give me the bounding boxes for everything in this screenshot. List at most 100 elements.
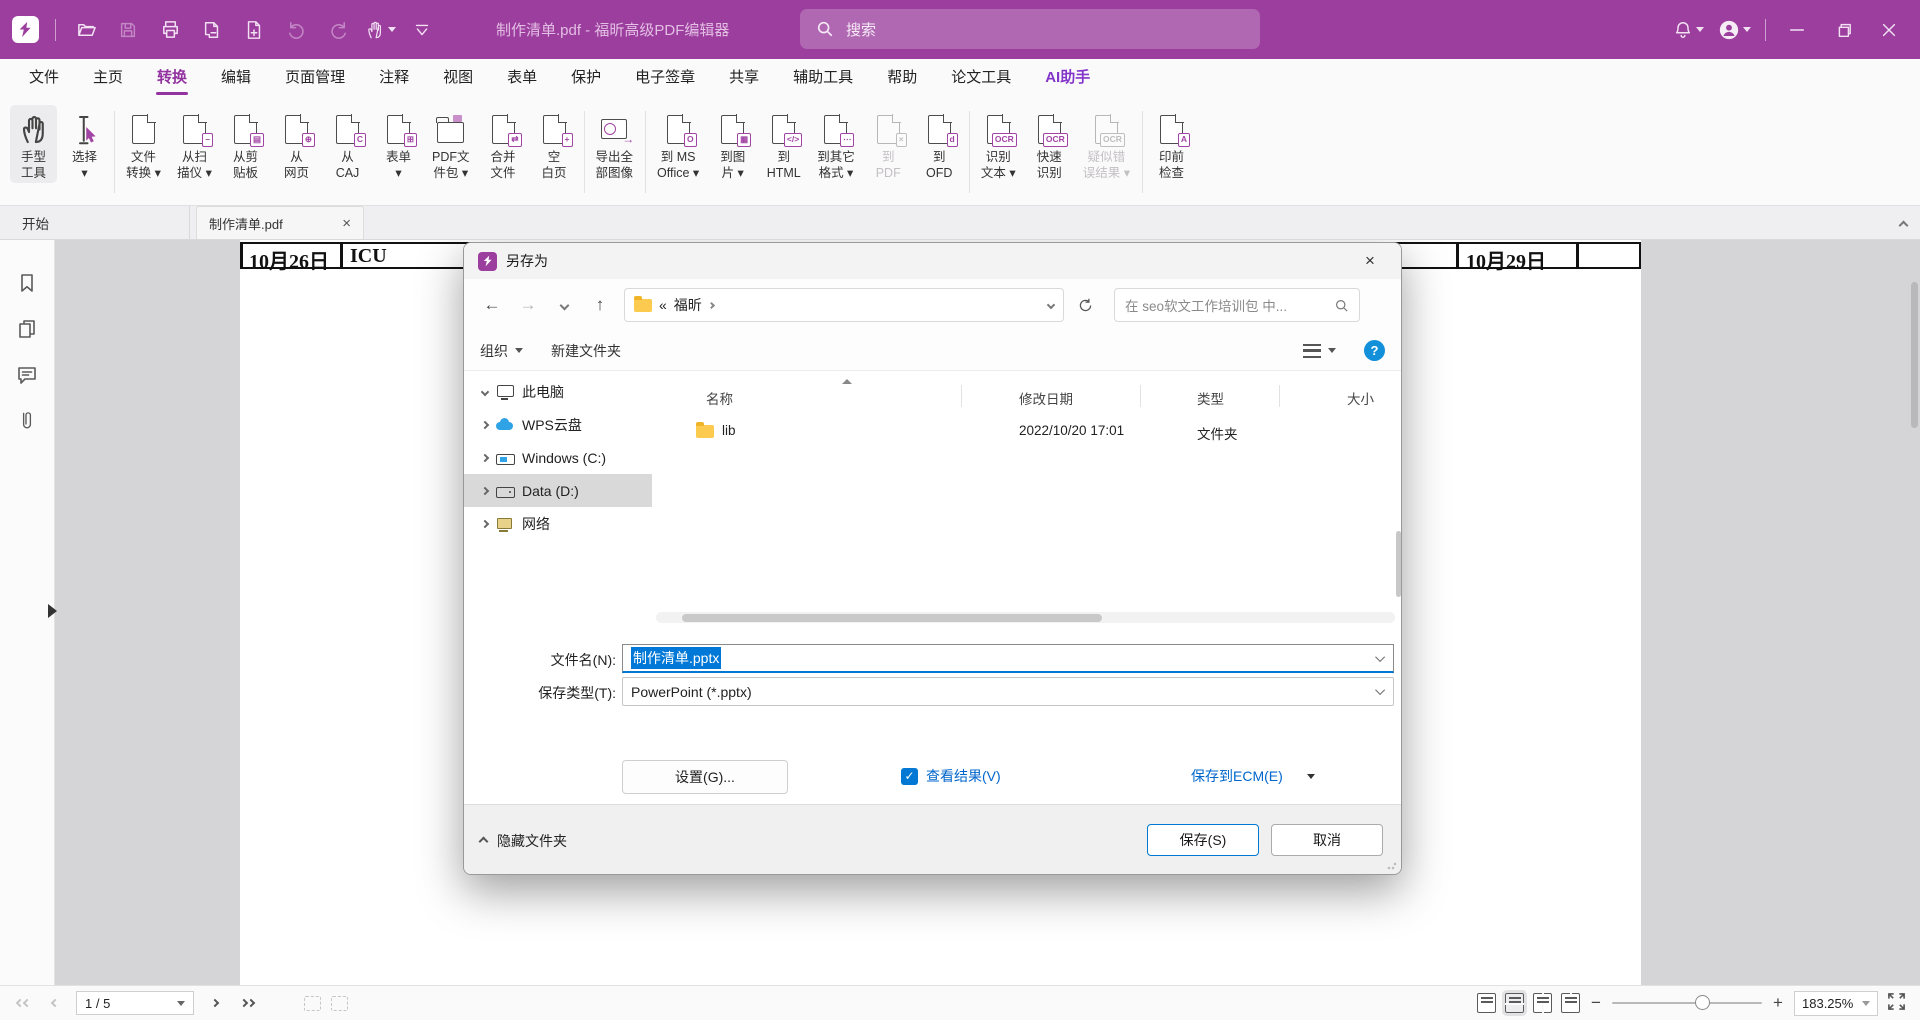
address-dropdown-caret[interactable] <box>1047 301 1055 309</box>
account-dropdown-caret[interactable] <box>1743 27 1751 32</box>
open-file-button[interactable] <box>68 12 104 48</box>
tab-start[interactable]: 开始 <box>0 206 190 239</box>
menu-item[interactable]: 保护 <box>554 59 618 98</box>
column-header-type[interactable]: 类型 <box>1197 388 1224 408</box>
ribbon-tool[interactable]: OCR 识别 文本 ▾ <box>975 105 1022 183</box>
ribbon-tool[interactable]: A 印前 检查 <box>1148 105 1195 183</box>
refresh-button[interactable] <box>1068 290 1102 320</box>
print-button[interactable] <box>152 12 188 48</box>
menu-item[interactable]: 转换 <box>140 59 204 98</box>
zoom-in-button[interactable]: + <box>1771 993 1785 1013</box>
horizontal-scrollbar-thumb[interactable] <box>682 614 1102 622</box>
new-folder-button[interactable]: 新建文件夹 <box>551 341 621 361</box>
redo-button[interactable] <box>320 12 356 48</box>
menu-item[interactable]: 论文工具 <box>934 59 1028 98</box>
ribbon-tool[interactable]: </> 到 HTML <box>760 105 807 183</box>
delete-pages-button[interactable] <box>194 12 230 48</box>
zoom-out-button[interactable]: − <box>1589 993 1603 1013</box>
menu-item[interactable]: 编辑 <box>204 59 268 98</box>
menu-item[interactable]: 电子签章 <box>618 59 712 98</box>
clipboard-frame-icon[interactable] <box>331 996 348 1011</box>
cancel-button[interactable]: 取消 <box>1271 824 1383 856</box>
notifications-dropdown-caret[interactable] <box>1696 27 1704 32</box>
fullscreen-button[interactable] <box>1887 992 1906 1014</box>
tab-close-icon[interactable]: × <box>342 216 351 231</box>
minimize-button[interactable] <box>1776 12 1818 48</box>
dialog-resize-grip[interactable] <box>1387 860 1397 870</box>
menu-item[interactable]: AI助手 <box>1028 59 1107 98</box>
insert-page-button[interactable] <box>236 12 272 48</box>
ribbon-tool[interactable]: + 空 白页 <box>531 105 578 183</box>
pages-panel-icon[interactable] <box>16 318 38 340</box>
ribbon-tool[interactable]: × 到 PDF <box>865 105 912 183</box>
tree-chevron-icon[interactable] <box>481 486 489 494</box>
organize-menu[interactable]: 组织 <box>480 341 523 361</box>
page-number-box[interactable]: 1 / 5 <box>76 991 194 1015</box>
menu-item[interactable]: 共享 <box>712 59 776 98</box>
facing-view-icon[interactable] <box>1533 993 1552 1013</box>
save-confirm-button[interactable]: 保存(S) <box>1147 824 1259 856</box>
tree-chevron-icon[interactable] <box>481 453 489 461</box>
menu-item[interactable]: 主页 <box>76 59 140 98</box>
zoom-slider-knob[interactable] <box>1695 995 1710 1010</box>
tab-document-active[interactable]: 制作清单.pdf × <box>196 206 364 239</box>
tree-item[interactable]: Data (D:) <box>464 474 652 507</box>
ribbon-tool[interactable]: 选择 ▾ <box>61 105 108 183</box>
nav-up-button[interactable]: ↑ <box>584 290 616 320</box>
hand-tool-button[interactable] <box>362 12 398 48</box>
account-avatar[interactable] <box>1713 12 1755 48</box>
view-options-button[interactable] <box>1303 344 1336 358</box>
menu-item[interactable]: 视图 <box>426 59 490 98</box>
close-button[interactable] <box>1868 12 1910 48</box>
ribbon-tool[interactable]: C 从 CAJ <box>324 105 371 183</box>
bookmarks-panel-icon[interactable] <box>16 272 38 294</box>
ribbon-tool[interactable]: ▤ 从剪 贴板 <box>222 105 269 183</box>
tree-chevron-icon[interactable] <box>481 519 489 527</box>
previous-page-button[interactable] <box>44 992 66 1014</box>
tree-item[interactable]: 此电脑 <box>464 375 652 408</box>
menu-item[interactable]: 注释 <box>362 59 426 98</box>
ribbon-tool[interactable]: – 从扫 描仪 ▾ <box>171 105 218 183</box>
vertical-scrollbar-thumb[interactable] <box>1911 282 1918 428</box>
menu-item[interactable]: 文件 <box>12 59 76 98</box>
hide-folders-button[interactable]: 隐藏文件夹 <box>480 831 567 851</box>
address-bar[interactable]: « 福昕 <box>624 288 1064 322</box>
settings-button[interactable]: 设置(G)... <box>622 760 788 794</box>
menu-item[interactable]: 辅助工具 <box>776 59 870 98</box>
nav-forward-button[interactable]: → <box>512 290 544 320</box>
view-result-checkbox[interactable]: ✓ <box>901 768 918 785</box>
ribbon-tool[interactable]: ⋯ 到其它 格式 ▾ <box>811 105 861 183</box>
single-page-view-icon[interactable] <box>1477 993 1496 1013</box>
tree-item[interactable]: WPS云盘 <box>464 408 652 441</box>
save-type-dropdown-caret[interactable] <box>1375 685 1385 695</box>
comments-panel-icon[interactable] <box>16 364 38 386</box>
ribbon-tool[interactable]: PDF文 件包 ▾ <box>426 105 476 183</box>
undo-button[interactable] <box>278 12 314 48</box>
tree-scrollbar-thumb[interactable] <box>1396 531 1401 597</box>
tree-chevron-icon[interactable] <box>481 420 489 428</box>
save-button[interactable] <box>110 12 146 48</box>
zoom-slider[interactable] <box>1612 1002 1762 1004</box>
panel-expand-arrow[interactable] <box>48 604 57 618</box>
zoom-level-box[interactable]: 183.25% <box>1794 991 1878 1016</box>
menu-item[interactable]: 帮助 <box>870 59 934 98</box>
breadcrumb-prefix[interactable]: « <box>659 297 667 313</box>
file-row-lib[interactable]: lib 2022/10/20 17:01 文件夹 <box>652 417 1395 447</box>
view-result-option[interactable]: ✓ 查看结果(V) <box>901 766 1001 786</box>
ribbon-tool[interactable]: OCR 疑似错 误结果 ▾ <box>1077 105 1136 183</box>
breadcrumb-folder[interactable]: 福昕 <box>674 295 702 315</box>
restore-button[interactable] <box>1822 12 1864 48</box>
last-page-button[interactable] <box>236 992 258 1014</box>
dialog-search-box[interactable]: 在 seo软文工作培训包 中... <box>1114 288 1360 322</box>
tree-item[interactable]: Windows (C:) <box>464 441 652 474</box>
save-to-ecm-dropdown[interactable]: 保存到ECM(E) <box>1191 766 1315 786</box>
filename-dropdown-caret[interactable] <box>1375 652 1385 662</box>
menu-item[interactable]: 表单 <box>490 59 554 98</box>
ribbon-tool[interactable]: 手型 工具 <box>10 105 57 183</box>
ribbon-tool[interactable]: 文件 转换 ▾ <box>120 105 167 183</box>
next-page-button[interactable] <box>204 992 226 1014</box>
snapshot-icon[interactable] <box>304 996 321 1011</box>
page-dropdown-caret[interactable] <box>177 1001 185 1006</box>
filename-input[interactable]: 制作清单.pptx <box>622 644 1394 673</box>
ribbon-tool[interactable]: 导出全 部图像 <box>590 105 640 183</box>
